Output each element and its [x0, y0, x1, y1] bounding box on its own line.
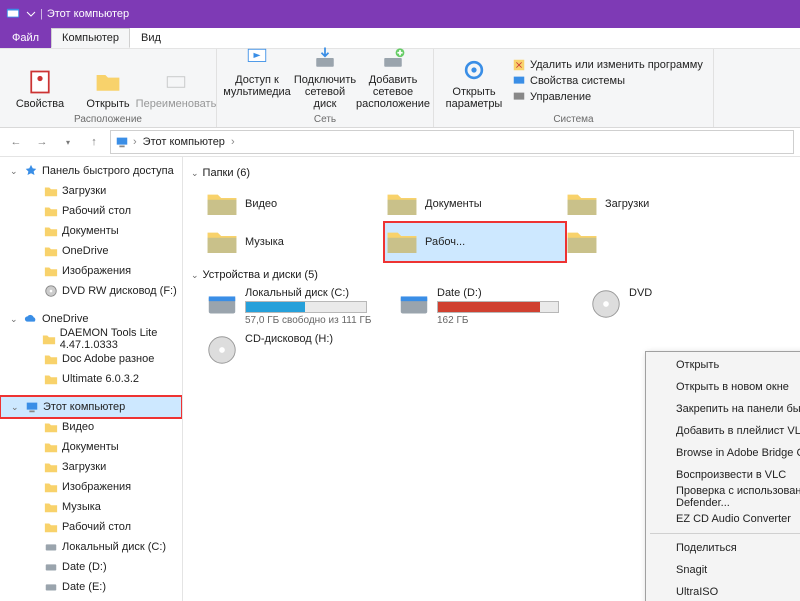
tree-qa-2[interactable]: Документы	[0, 221, 182, 241]
nav-forward[interactable]: →	[32, 132, 52, 152]
address-field[interactable]: › Этот компьютер ›	[110, 130, 794, 154]
folder-item-0[interactable]: Видео	[205, 185, 385, 223]
breadcrumb-root[interactable]: Этот компьютер	[141, 136, 227, 148]
tree-qa-0[interactable]: Загрузки	[0, 181, 182, 201]
nav-up[interactable]: ↑	[84, 132, 104, 152]
tree-pc-8[interactable]: Date (E:)	[0, 577, 182, 597]
ribbon-rename: Переименовать	[142, 66, 210, 112]
tree-pc-6[interactable]: Локальный диск (C:)	[0, 537, 182, 557]
nav-back[interactable]: ←	[6, 132, 26, 152]
ctx-item-10[interactable]: Snagit▶	[648, 559, 800, 581]
tree-od-2[interactable]: Ultimate 6.0.3.2	[0, 369, 182, 389]
ctx-item-6[interactable]: Проверка с использованием Windows Defend…	[648, 486, 800, 508]
ribbon: Свойства Открыть Переименовать Расположе…	[0, 49, 800, 128]
drive-item-0[interactable]: Локальный диск (C:)57,0 ГБ свободно из 1…	[205, 287, 385, 333]
ctx-item-5[interactable]: Воспроизвести в VLC	[648, 464, 800, 486]
ribbon-properties[interactable]: Свойства	[6, 66, 74, 112]
pc-icon	[115, 135, 129, 149]
tree-thispc[interactable]: ⌄Этот компьютер	[0, 396, 182, 418]
tree-pc-1[interactable]: Документы	[0, 437, 182, 457]
tree-pc-5[interactable]: Рабочий стол	[0, 517, 182, 537]
ribbon-group-location: Расположение	[74, 114, 142, 125]
ctx-item-7[interactable]: EZ CD Audio Converter▶	[648, 508, 800, 530]
folder-item-1[interactable]: Документы	[385, 185, 565, 223]
tree-qa-1[interactable]: Рабочий стол	[0, 201, 182, 221]
ctx-item-2[interactable]: Закрепить на панели быстрого доступа	[648, 398, 800, 420]
ribbon-group-system: Система	[553, 114, 593, 125]
ctx-item-9[interactable]: Поделиться	[648, 537, 800, 559]
dropdown-icon[interactable]	[26, 9, 36, 19]
ctx-item-1[interactable]: Открыть в новом окне	[648, 376, 800, 398]
address-bar: ← → ▾ ↑ › Этот компьютер ›	[0, 128, 800, 157]
tree-pc-4[interactable]: Музыка	[0, 497, 182, 517]
menu-file[interactable]: Файл	[0, 28, 51, 48]
window-title: Этот компьютер	[47, 8, 129, 20]
tree-onedrive[interactable]: ⌄OneDrive	[0, 309, 182, 329]
tree-qa-3[interactable]: OneDrive	[0, 241, 182, 261]
ribbon-open-settings[interactable]: Открыть параметры	[440, 54, 508, 112]
ctx-item-11[interactable]: UltraISO▶	[648, 581, 800, 601]
ribbon-media-access[interactable]: Доступ к мультимедиа	[223, 42, 291, 112]
context-menu: ОткрытьОткрыть в новом окнеЗакрепить на …	[645, 351, 800, 601]
tree-quickaccess[interactable]: ⌄Панель быстрого доступа	[0, 161, 182, 181]
folder-item-3[interactable]: Музыка	[205, 223, 385, 261]
menu-view[interactable]: Вид	[130, 28, 172, 48]
tree-pc-9[interactable]: CD-дисковод (H:)	[0, 597, 182, 601]
main-panel: ⌄Папки (6) ВидеоДокументыЗагрузки МузыкаР…	[183, 157, 800, 601]
drive-item-3[interactable]: CD-дисковод (H:)	[205, 333, 385, 379]
section-folders[interactable]: ⌄Папки (6)	[191, 167, 792, 179]
folder-item-5[interactable]	[565, 223, 745, 261]
ctx-item-4[interactable]: Browse in Adobe Bridge CS5	[648, 442, 800, 464]
drive-item-1[interactable]: Date (D:)162 ГБ	[397, 287, 577, 333]
drive-item-2[interactable]: DVD	[589, 287, 769, 333]
tree-qa-5[interactable]: DVD RW дисковод (F:)	[0, 281, 182, 301]
tree-od-1[interactable]: Doc Adobe разное	[0, 349, 182, 369]
tree-pc-2[interactable]: Загрузки	[0, 457, 182, 477]
sidebar: ⌄Панель быстрого доступаЗагрузкиРабочий …	[0, 157, 183, 601]
folder-item-2[interactable]: Загрузки	[565, 185, 745, 223]
ribbon-add-network[interactable]: Добавить сетевое расположение	[359, 42, 427, 112]
ribbon-manage[interactable]: Управление	[512, 90, 703, 104]
ribbon-system-props[interactable]: Свойства системы	[512, 74, 703, 88]
menu-computer[interactable]: Компьютер	[51, 28, 130, 48]
ribbon-uninstall[interactable]: Удалить или изменить программу	[512, 58, 703, 72]
window-icon	[6, 7, 20, 21]
ribbon-group-network: Сеть	[314, 114, 336, 125]
tree-pc-7[interactable]: Date (D:)	[0, 557, 182, 577]
tree-pc-3[interactable]: Изображения	[0, 477, 182, 497]
tree-pc-0[interactable]: Видео	[0, 417, 182, 437]
tree-qa-4[interactable]: Изображения	[0, 261, 182, 281]
titlebar: | Этот компьютер	[0, 0, 800, 28]
ribbon-open[interactable]: Открыть	[74, 66, 142, 112]
folder-item-4[interactable]: Рабоч...	[385, 223, 565, 261]
nav-history[interactable]: ▾	[58, 132, 78, 152]
section-drives[interactable]: ⌄Устройства и диски (5)	[191, 269, 792, 281]
tree-od-0[interactable]: DAEMON Tools Lite 4.47.1.0333	[0, 329, 182, 349]
ribbon-map-drive[interactable]: Подключить сетевой диск	[291, 42, 359, 112]
ctx-item-0[interactable]: Открыть	[648, 354, 800, 376]
ctx-item-3[interactable]: Добавить в плейлист VLC	[648, 420, 800, 442]
